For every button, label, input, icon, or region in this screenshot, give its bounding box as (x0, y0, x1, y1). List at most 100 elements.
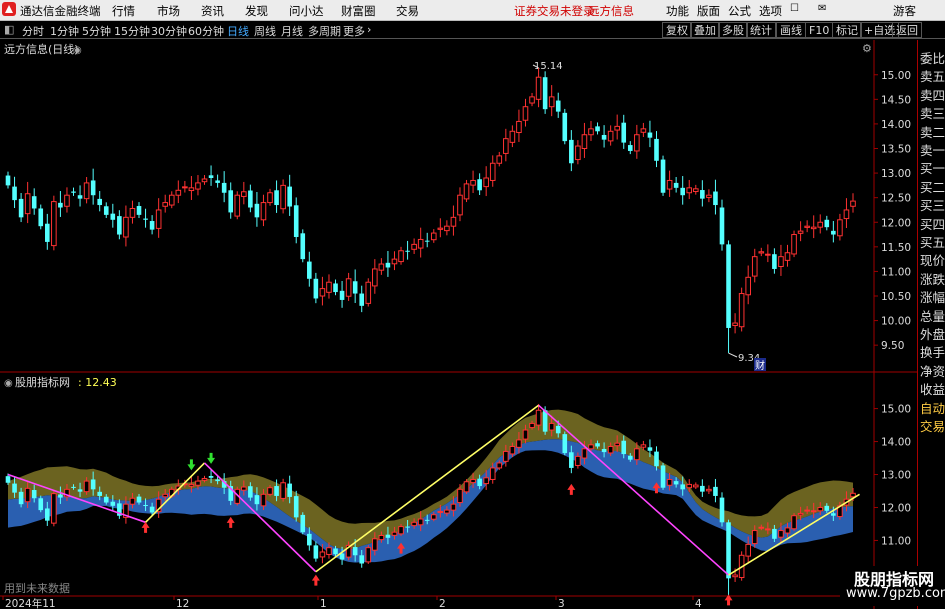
buy-arrow-icon (724, 594, 733, 606)
main-candle-body-up (365, 281, 372, 304)
kline-chart[interactable]: 远方信息(日线) ◉ ⚙ 15.14 9.34 财 ◉ 股朋指标网 : 12.4… (0, 0, 945, 609)
ind-candle-body-down (248, 486, 253, 498)
period-30min[interactable]: 30分钟 (151, 23, 187, 39)
main-candle-body-up (260, 202, 267, 221)
menu-gongneng[interactable]: 功能 (666, 3, 689, 19)
ind-candle-body-up (182, 483, 188, 486)
side-item-18[interactable]: 收益 (920, 379, 945, 398)
ind-candle-body-up (155, 498, 162, 513)
btn-biaoji[interactable]: 标记 (832, 22, 862, 38)
collapse-icon[interactable]: ◧ (4, 23, 14, 36)
menu-jiaoyi[interactable]: 交易 (396, 3, 419, 19)
trade-login-notice[interactable]: 证券交易未登录 (514, 3, 595, 19)
ind-candle-body-up (430, 514, 437, 520)
btn-diejia[interactable]: 叠加 (690, 22, 720, 38)
period-monthly[interactable]: 月线 (281, 23, 303, 39)
side-item-6[interactable]: 买一 (920, 158, 945, 177)
btn-fuquan[interactable]: 复权 (662, 22, 692, 38)
side-item-16[interactable]: 换手 (920, 342, 945, 361)
main-candle-body-up (450, 216, 457, 227)
main-candle-body-up (267, 192, 273, 204)
side-item-17[interactable]: 净资 (920, 361, 945, 380)
btn-huaxian[interactable]: 画线 (776, 22, 806, 38)
period-multi[interactable]: 多周期 (308, 23, 341, 39)
ind-candle-body-up (241, 486, 247, 491)
menu-xuanxiang[interactable]: 选项 (759, 3, 782, 19)
main-candle-body-down (208, 175, 214, 178)
period-daily[interactable]: 日线 (227, 23, 249, 39)
side-item-12[interactable]: 涨跌 (920, 269, 945, 288)
ind-candle-body-up (234, 488, 241, 504)
more-chevron-icon[interactable]: › (367, 23, 371, 36)
buy-arrow-icon (226, 516, 235, 528)
main-candle-body-up (634, 134, 640, 152)
watermark-url: www.7gpzb.com (846, 586, 945, 601)
side-item-19[interactable]: 自动 (920, 398, 945, 417)
side-item-0[interactable]: 委比 (920, 48, 945, 67)
btn-tongji[interactable]: 统计 (746, 22, 776, 38)
ind-candle-body-down (647, 447, 653, 451)
period-more[interactable]: 更多 (343, 23, 365, 39)
ind-candle-body-up (686, 483, 693, 489)
period-1min[interactable]: 1分钟 (50, 23, 79, 39)
period-fenshi[interactable]: 分时 (22, 23, 44, 39)
period-15min[interactable]: 15分钟 (114, 23, 150, 39)
ind-candle-body-up (378, 535, 385, 541)
main-candle-body-up (751, 256, 758, 277)
side-item-10[interactable]: 买五 (920, 232, 945, 251)
ind-candle-body-down (333, 548, 338, 555)
menu-banmian[interactable]: 版面 (697, 3, 720, 19)
ind-candle-body-down (654, 451, 659, 467)
side-item-14[interactable]: 总量 (920, 306, 945, 325)
side-item-1[interactable]: 卖五 (920, 66, 945, 85)
main-candle-body-up (850, 200, 856, 207)
side-item-13[interactable]: 涨幅 (920, 287, 945, 306)
main-candle-body-down (12, 186, 17, 201)
main-candle-body-down (136, 206, 142, 215)
main-candle-body-down (143, 218, 148, 220)
side-item-2[interactable]: 卖四 (920, 85, 945, 104)
menu-wenxiaoda[interactable]: 问小达 (289, 3, 324, 19)
ind-candle-body-down (352, 547, 358, 556)
restore-icon[interactable]: ☐ (790, 3, 799, 14)
period-5min[interactable]: 5分钟 (82, 23, 111, 39)
menu-hangqing[interactable]: 行情 (112, 3, 135, 19)
ind-candle-body-up (837, 505, 843, 518)
period-weekly[interactable]: 周线 (254, 23, 276, 39)
btn-duogu[interactable]: 多股 (718, 22, 748, 38)
side-item-7[interactable]: 买二 (920, 177, 945, 196)
ind-candle-body-up (326, 547, 332, 555)
ind-candle-body-down (215, 479, 220, 482)
main-candle-body-up (607, 130, 614, 142)
btn-f10[interactable]: F10 (805, 22, 834, 38)
side-item-11[interactable]: 现价 (920, 250, 945, 269)
ind-y-tick-label: 13.00 (881, 470, 911, 482)
ind-candle-body-up (778, 530, 784, 538)
main-candle-body-up (372, 268, 378, 287)
btn-fanhui[interactable]: 返回 (892, 22, 922, 38)
side-item-8[interactable]: 买三 (920, 195, 945, 214)
ind-candle-body-up (496, 462, 503, 469)
menu-gongshi[interactable]: 公式 (728, 3, 751, 19)
menu-shichang[interactable]: 市场 (157, 3, 180, 19)
side-item-3[interactable]: 卖三 (920, 103, 945, 122)
menu-zixun[interactable]: 资讯 (201, 3, 224, 19)
ind-candle-body-up (817, 506, 824, 512)
side-item-20[interactable]: 交易 (920, 416, 945, 435)
main-candle-body-down (601, 134, 607, 140)
user-label[interactable]: 游客 (893, 3, 916, 19)
side-item-15[interactable]: 外盘 (920, 324, 945, 343)
main-candle-body-up (489, 162, 496, 181)
menu-faxian[interactable]: 发现 (245, 3, 268, 19)
side-item-5[interactable]: 卖一 (920, 140, 945, 159)
mail-icon[interactable]: ✉ (818, 3, 826, 14)
side-item-9[interactable]: 买四 (920, 214, 945, 233)
ind-candle-body-up (666, 478, 673, 486)
period-60min[interactable]: 60分钟 (188, 23, 224, 39)
main-candle-body-down (562, 112, 568, 142)
stock-name-link[interactable]: 远方信息 (588, 3, 634, 19)
side-item-4[interactable]: 卖二 (920, 122, 945, 141)
ind-candle-body-up (444, 509, 450, 514)
main-candle-body-up (319, 288, 326, 297)
menu-caifuquan[interactable]: 财富圈 (341, 3, 376, 19)
